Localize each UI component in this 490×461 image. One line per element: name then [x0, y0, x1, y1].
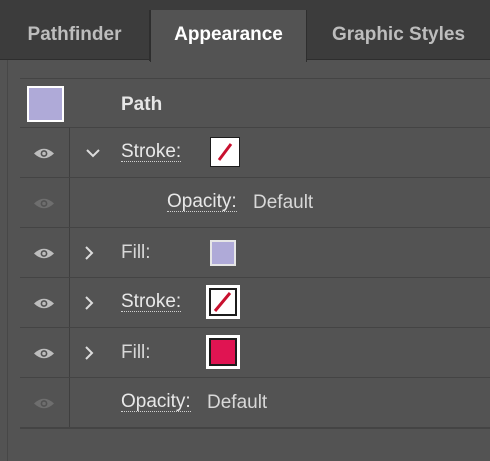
eye-icon[interactable] [33, 397, 55, 410]
chevron-down-icon[interactable] [86, 148, 100, 158]
tab-graphic-styles[interactable]: Graphic Styles [307, 10, 490, 61]
opacity-value: Default [253, 192, 314, 213]
opacity-label[interactable]: Opacity: [167, 192, 237, 212]
object-thumbnail [27, 86, 64, 122]
panel-tab-bar: Pathfinder Appearance Graphic Styles [0, 0, 490, 62]
visibility-column [20, 378, 70, 427]
appearance-row-opacity[interactable]: Opacity: Default [20, 378, 490, 428]
object-row[interactable]: Path [20, 78, 490, 128]
object-title: Path [121, 94, 163, 115]
appearance-row-stroke[interactable]: Stroke: [20, 278, 490, 328]
stroke-none-icon [213, 292, 232, 312]
fill-swatch[interactable] [206, 335, 240, 369]
appearance-list: Path Stroke: Opacity: Default Fill: Stro… [20, 78, 490, 428]
tab-appearance[interactable]: Appearance [150, 10, 307, 62]
eye-icon[interactable] [33, 247, 55, 260]
appearance-row-fill[interactable]: Fill: [20, 228, 490, 278]
visibility-column [20, 328, 70, 377]
visibility-column [20, 128, 70, 177]
appearance-row-stroke[interactable]: Stroke: [20, 128, 490, 178]
visibility-column [20, 228, 70, 277]
stroke-none-icon [217, 143, 233, 161]
opacity-label[interactable]: Opacity: [121, 392, 191, 412]
eye-icon[interactable] [33, 197, 55, 210]
stroke-swatch[interactable] [210, 137, 240, 167]
visibility-column [20, 278, 70, 327]
fill-swatch[interactable] [210, 240, 236, 266]
fill-label: Fill: [121, 242, 151, 263]
stroke-label[interactable]: Stroke: [121, 142, 182, 162]
stroke-label[interactable]: Stroke: [121, 292, 182, 312]
panel-footer [20, 428, 490, 461]
panel-left-edge [0, 60, 8, 461]
chevron-right-icon[interactable] [84, 246, 94, 260]
fill-label: Fill: [121, 342, 151, 363]
chevron-right-icon[interactable] [84, 346, 94, 360]
chevron-right-icon[interactable] [84, 296, 94, 310]
tab-pathfinder[interactable]: Pathfinder [0, 10, 150, 61]
eye-icon[interactable] [33, 147, 55, 160]
eye-icon[interactable] [33, 347, 55, 360]
appearance-row-opacity-nested[interactable]: Opacity: Default [20, 178, 490, 228]
eye-icon[interactable] [33, 297, 55, 310]
opacity-value: Default [207, 392, 268, 413]
stroke-swatch[interactable] [206, 285, 240, 319]
visibility-column [20, 178, 70, 227]
appearance-row-fill[interactable]: Fill: [20, 328, 490, 378]
